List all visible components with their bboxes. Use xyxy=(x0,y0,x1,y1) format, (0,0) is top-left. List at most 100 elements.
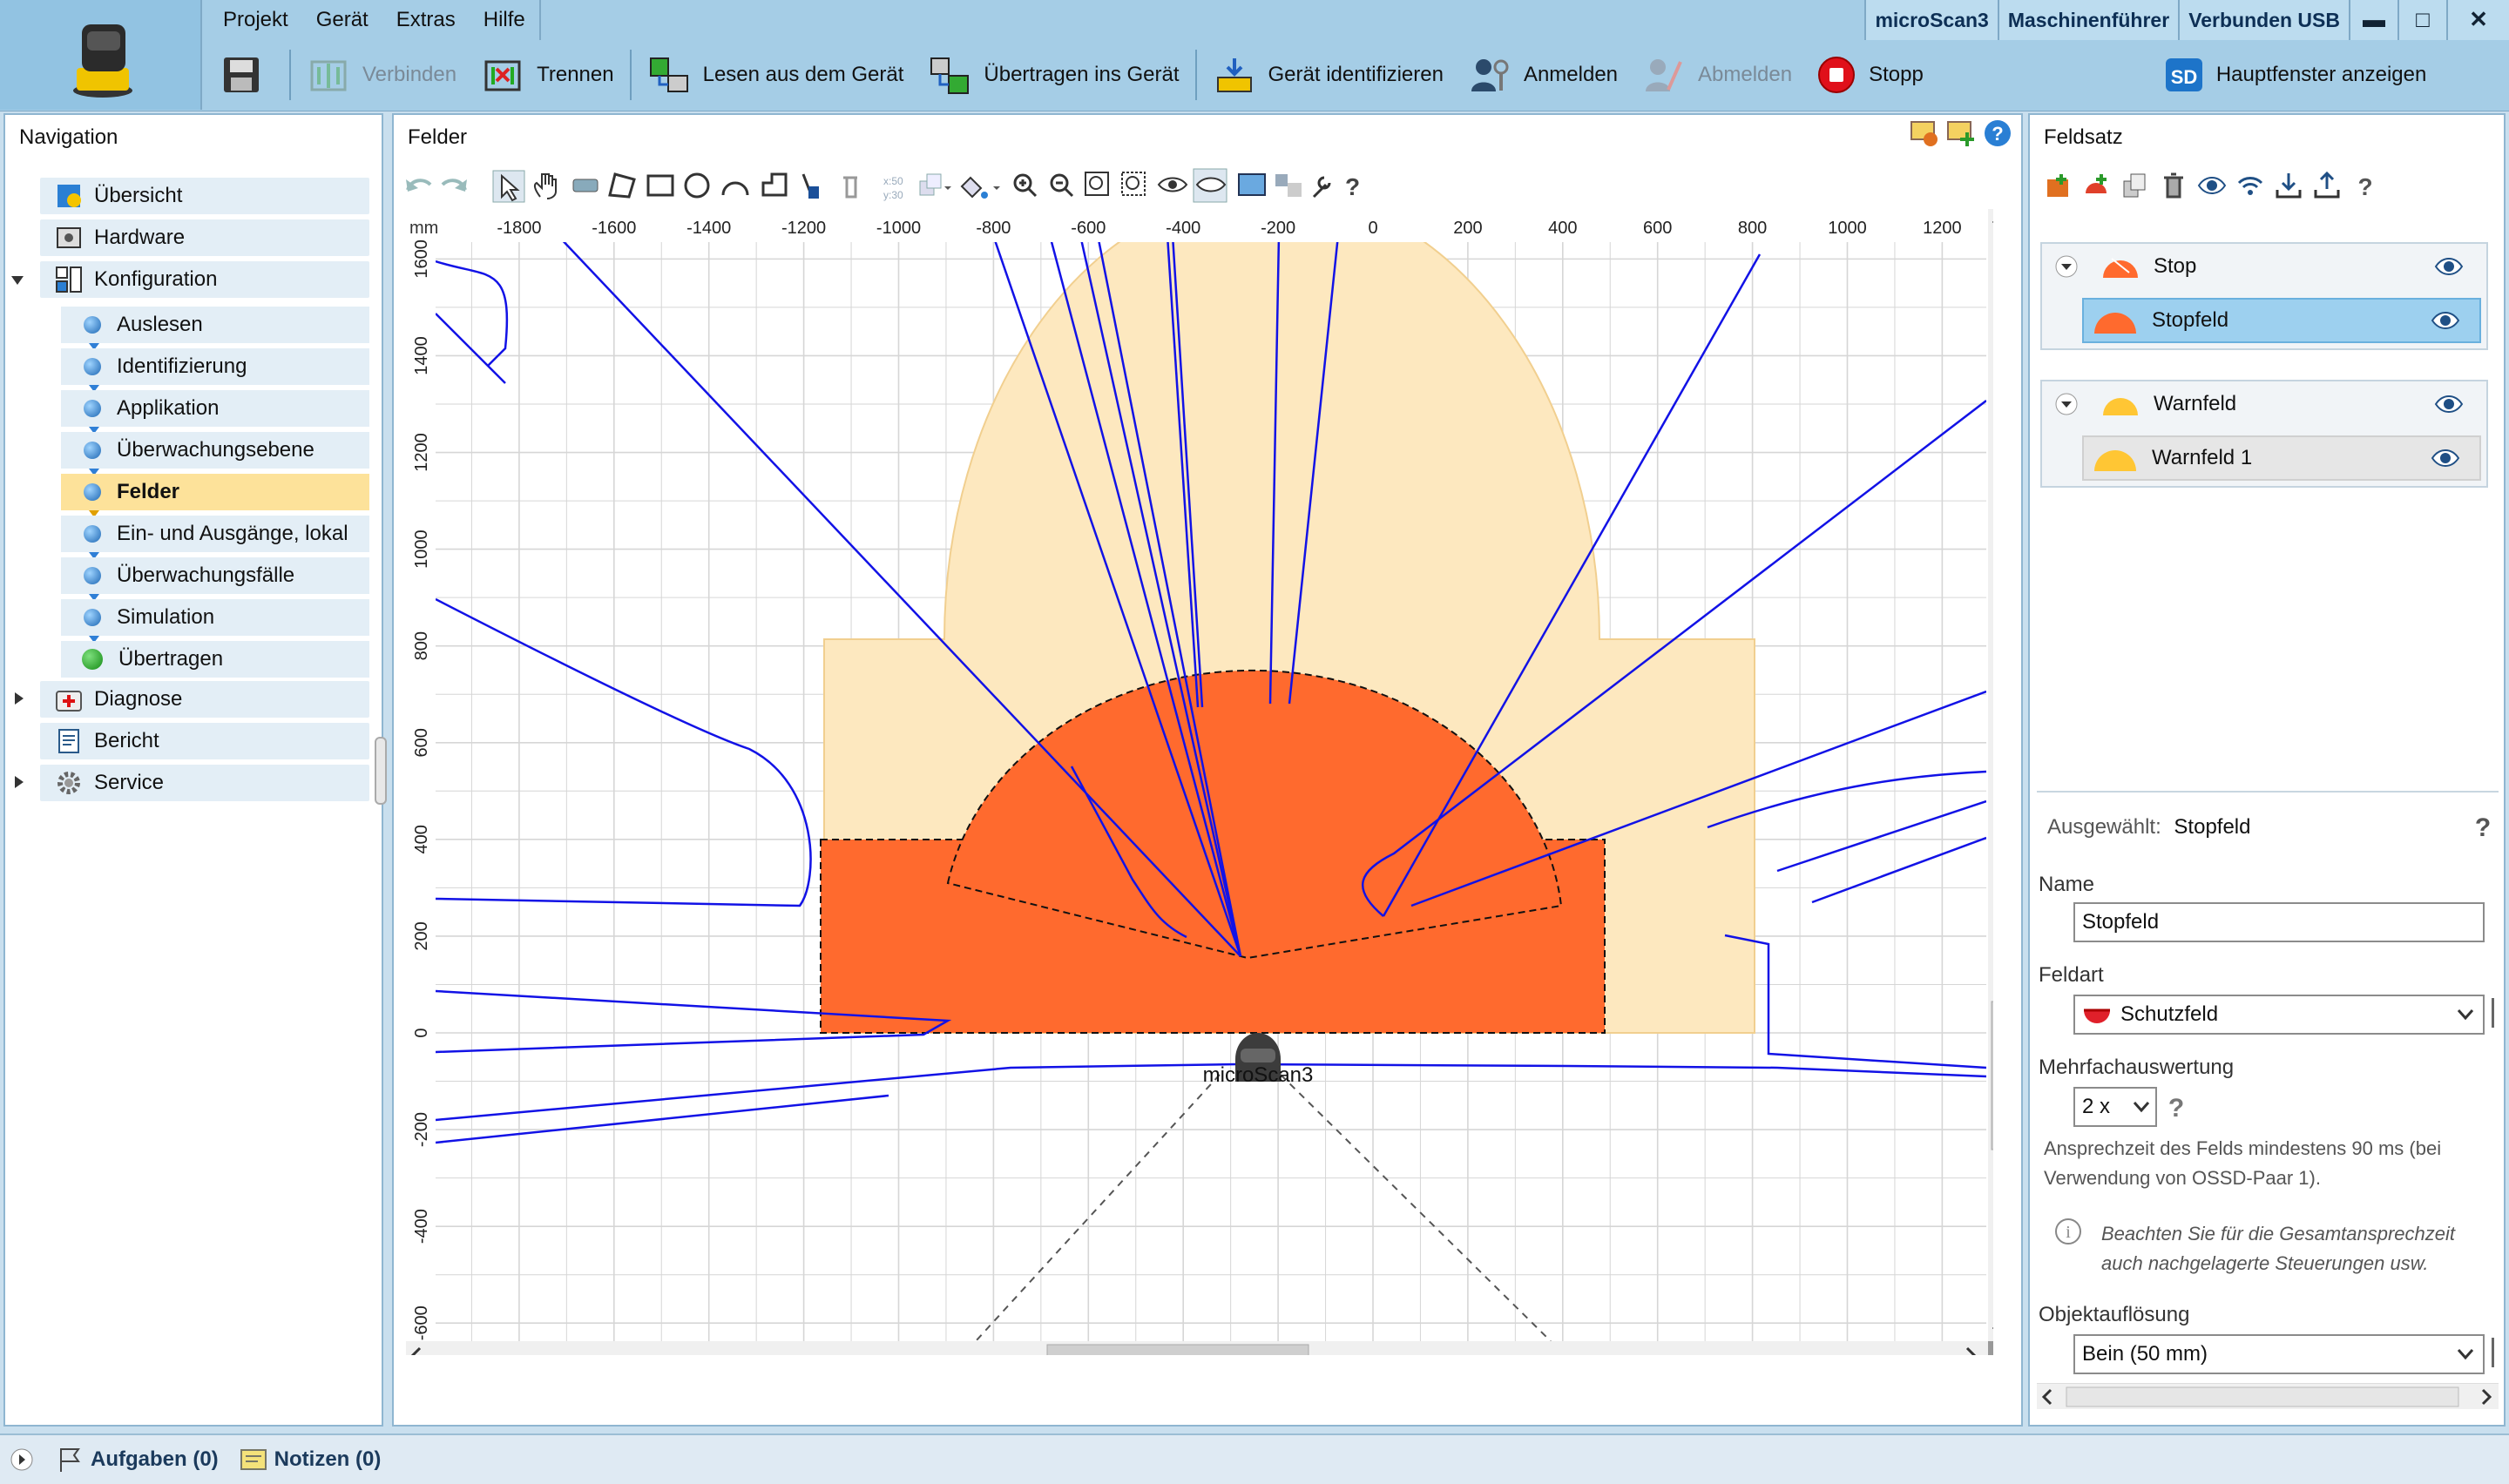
pin-icon[interactable] xyxy=(2492,998,2500,1028)
undo-icon[interactable] xyxy=(406,179,432,192)
layers-icon[interactable] xyxy=(1275,174,1302,197)
login-button[interactable]: Anmelden xyxy=(1456,46,1630,104)
multi-eval-select[interactable]: 2 x xyxy=(2073,1087,2157,1127)
redo-icon[interactable] xyxy=(441,179,467,192)
nav-sub-uebertragen[interactable]: Übertragen xyxy=(61,641,369,678)
add-field-icon[interactable] xyxy=(1946,118,1976,148)
panel-splitter-handle[interactable] xyxy=(375,737,387,805)
expand-bottom-icon[interactable] xyxy=(9,1447,35,1473)
add-fieldset-icon[interactable] xyxy=(2044,171,2073,200)
collapse-configuration-icon[interactable] xyxy=(10,273,24,287)
eye-icon[interactable] xyxy=(2197,171,2227,200)
y-tick-label: -600 xyxy=(412,1305,431,1340)
name-label: Name xyxy=(2039,873,2095,896)
save-button[interactable] xyxy=(209,46,286,104)
pin-icon[interactable] xyxy=(2492,1338,2500,1367)
minimize-button[interactable]: ▬ xyxy=(2349,0,2397,40)
multi-eval-help-icon[interactable]: ? xyxy=(2164,1090,2188,1122)
nav-sub-ueberwachungsfaelle[interactable]: Überwachungsfälle xyxy=(61,557,369,594)
group-row-stop[interactable]: Stop xyxy=(2047,244,2481,289)
help-icon[interactable]: ? xyxy=(1983,118,2012,148)
read-from-device-button[interactable]: Lesen aus dem Gerät xyxy=(635,46,916,104)
zoom-device-icon[interactable] xyxy=(1121,172,1146,196)
visibility-eye-icon[interactable] xyxy=(2434,256,2464,277)
vertical-scrollbar-thumb[interactable] xyxy=(1991,1001,1993,1150)
nav-item-diagnosis[interactable]: Diagnose xyxy=(40,681,369,718)
trash-icon[interactable] xyxy=(2159,171,2188,200)
logout-button[interactable]: Abmelden xyxy=(1630,46,1804,104)
nav-sub-identifizierung[interactable]: Identifizierung xyxy=(61,348,369,385)
edit-points-icon[interactable] xyxy=(801,173,819,199)
menu-projekt[interactable]: Projekt xyxy=(209,0,302,40)
help-question-icon[interactable]: ? xyxy=(1345,173,1360,200)
nav-item-service[interactable]: Service xyxy=(40,765,369,801)
fieldset-title: Feldsatz xyxy=(2030,115,2504,160)
zoom-out-icon[interactable] xyxy=(1050,173,1074,198)
settings-wrench-icon[interactable] xyxy=(1312,176,1331,199)
field-type-select[interactable]: Schutzfeld xyxy=(2073,995,2485,1035)
nav-item-report[interactable]: Bericht xyxy=(40,723,369,759)
nav-sub-applikation[interactable]: Applikation xyxy=(61,390,369,427)
eraser-tool-icon[interactable] xyxy=(572,179,599,192)
visibility-eye-icon[interactable] xyxy=(2431,310,2460,331)
background-image-icon[interactable] xyxy=(1238,173,1266,196)
delete-icon[interactable] xyxy=(843,176,857,199)
close-button[interactable]: ✕ xyxy=(2446,0,2509,40)
view-eye-icon[interactable] xyxy=(1157,177,1188,192)
pan-tool-icon[interactable] xyxy=(533,173,557,199)
copy-field-icon[interactable] xyxy=(919,173,951,196)
x-tick-label: 400 xyxy=(1548,219,1577,238)
contour-tool-icon[interactable] xyxy=(761,172,788,197)
nav-item-hardware[interactable]: Hardware xyxy=(40,219,369,256)
zoom-fit-icon[interactable] xyxy=(1085,172,1109,196)
identify-device-button[interactable]: Gerät identifizieren xyxy=(1200,46,1456,104)
copy-icon[interactable] xyxy=(2120,171,2150,200)
question-icon[interactable]: ? xyxy=(2350,171,2380,200)
field-assistant-icon[interactable] xyxy=(1910,118,1939,148)
export-icon[interactable] xyxy=(2312,171,2342,200)
expand-diagnosis-icon[interactable] xyxy=(12,691,26,705)
add-field-icon[interactable] xyxy=(2082,171,2112,200)
horizontal-scrollbar-thumb[interactable] xyxy=(1046,1344,1309,1355)
field-row-stopfeld[interactable]: Stopfeld xyxy=(2082,298,2481,343)
nav-item-overview[interactable]: Übersicht xyxy=(40,178,369,214)
nav-sub-felder[interactable]: Felder xyxy=(61,474,369,510)
maximize-button[interactable]: □ xyxy=(2397,0,2446,40)
visibility-eye-icon[interactable] xyxy=(2431,448,2460,469)
nav-sub-ueberwachungsebene[interactable]: Überwachungsebene xyxy=(61,432,369,469)
sector-tool-icon[interactable] xyxy=(721,181,749,196)
fill-tool-icon[interactable] xyxy=(960,176,1000,199)
group-row-warnfeld[interactable]: Warnfeld xyxy=(2047,381,2481,427)
wifi-icon[interactable] xyxy=(2235,171,2265,200)
collapse-group-icon[interactable] xyxy=(2054,392,2079,416)
nav-sub-simulation[interactable]: Simulation xyxy=(61,599,369,636)
transfer-to-device-button[interactable]: Übertragen ins Gerät xyxy=(916,46,1191,104)
collapse-group-icon[interactable] xyxy=(2054,254,2079,279)
coordinates-icon[interactable]: x:50 xyxy=(883,175,903,187)
circle-tool-icon[interactable] xyxy=(684,172,710,199)
visibility-eye-icon[interactable] xyxy=(2434,394,2464,415)
connect-button[interactable]: Verbinden xyxy=(294,46,469,104)
notes-button[interactable]: Notizen (0) xyxy=(240,1447,381,1473)
nav-sub-auslesen[interactable]: Auslesen xyxy=(61,307,369,343)
properties-help-icon[interactable]: ? xyxy=(2471,810,2495,841)
menu-geraet[interactable]: Gerät xyxy=(302,0,382,40)
resolution-select[interactable]: Bein (50 mm) xyxy=(2073,1334,2485,1374)
stop-button[interactable]: Stopp xyxy=(1804,46,1936,104)
tasks-button[interactable]: Aufgaben (0) xyxy=(56,1446,219,1474)
field-canvas[interactable]: microScan3 mm -1800 -1600 -1400 -1200 -1000 -… xyxy=(406,209,1993,1355)
menu-hilfe[interactable]: Hilfe xyxy=(470,0,539,40)
import-icon[interactable] xyxy=(2274,171,2303,200)
field-row-warnfeld-1[interactable]: Warnfeld 1 xyxy=(2082,435,2481,481)
name-input[interactable]: Stopfeld xyxy=(2073,902,2485,942)
properties-scrollbar[interactable] xyxy=(2037,1383,2499,1409)
polygon-tool-icon[interactable] xyxy=(608,172,636,199)
menu-extras[interactable]: Extras xyxy=(382,0,470,40)
zoom-in-icon[interactable] xyxy=(1013,173,1038,198)
show-main-window-button[interactable]: SD Hauptfenster anzeigen xyxy=(2152,46,2439,104)
nav-item-configuration[interactable]: Konfiguration xyxy=(40,261,369,298)
rectangle-tool-icon[interactable] xyxy=(646,174,674,197)
expand-service-icon[interactable] xyxy=(12,775,26,789)
nav-sub-ein-ausgaenge[interactable]: Ein- und Ausgänge, lokal xyxy=(61,516,369,552)
disconnect-button[interactable]: Trennen xyxy=(469,46,626,104)
